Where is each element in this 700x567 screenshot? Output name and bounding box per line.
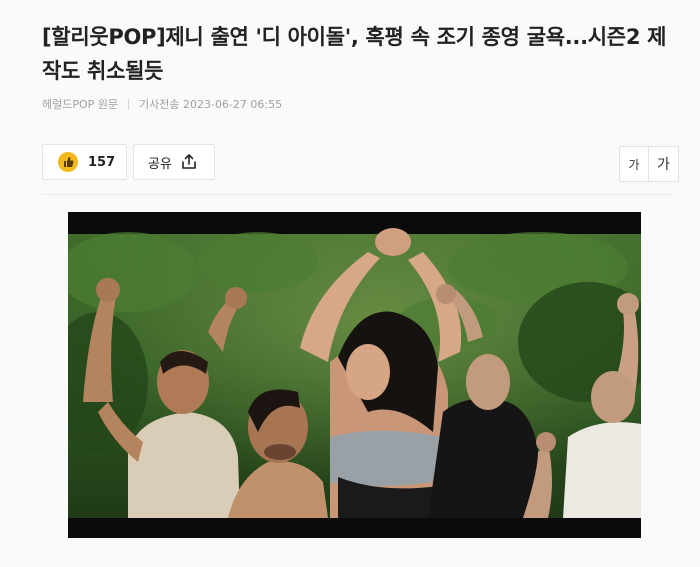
font-increase-button[interactable]: 가	[649, 146, 679, 182]
font-decrease-button[interactable]: 가	[619, 146, 649, 182]
article-photo[interactable]	[68, 212, 641, 538]
dance-scene-illustration	[68, 212, 641, 538]
article-meta: 헤럴드POP 원문 기사전송 2023-06-27 06:55	[42, 96, 282, 112]
meta-divider	[128, 98, 130, 110]
like-button[interactable]: 157	[42, 144, 127, 180]
article-page: [할리웃POP]제니 출연 '디 아이돌', 혹평 속 조기 종영 굴욕...시…	[0, 0, 700, 567]
article-title: [할리웃POP]제니 출연 '디 아이돌', 혹평 속 조기 종영 굴욕...시…	[42, 25, 667, 83]
share-label: 공유	[148, 156, 172, 172]
share-arrow-icon	[180, 153, 198, 171]
font-size-controls: 가 가	[619, 146, 679, 182]
like-count: 157	[88, 154, 116, 170]
source-link[interactable]: 헤럴드POP 원문	[42, 96, 118, 112]
share-button[interactable]: 공유	[133, 144, 215, 180]
article-timestamp: 기사전송 2023-06-27 06:55	[139, 98, 283, 111]
section-divider	[42, 194, 672, 195]
thumbs-up-icon	[58, 152, 78, 172]
article-actions: 157 공유	[42, 144, 215, 180]
